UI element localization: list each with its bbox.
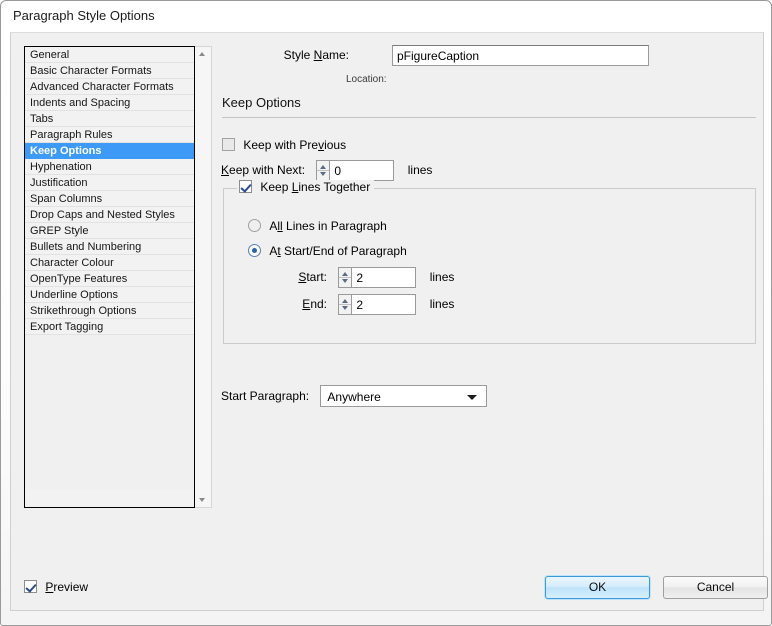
- all-lines-in-paragraph-label: All Lines in Paragraph: [269, 219, 387, 233]
- keep-lines-together-label: Keep Lines Together: [260, 180, 371, 194]
- keep-with-next-stepper[interactable]: [316, 160, 330, 181]
- sidebar-item-justification[interactable]: Justification: [25, 175, 194, 191]
- style-name-label: Style Name:: [283, 48, 349, 62]
- scroll-down-button[interactable]: [195, 492, 210, 507]
- sidebar-item-strikethrough-options[interactable]: Strikethrough Options: [25, 303, 194, 319]
- at-start-end-of-paragraph-radio[interactable]: [248, 244, 261, 257]
- keep-with-previous-row[interactable]: Keep with Previous: [222, 138, 346, 152]
- end-lines-input[interactable]: [351, 294, 417, 315]
- all-lines-in-paragraph-radio[interactable]: [248, 219, 261, 232]
- end-lines-stepper[interactable]: [338, 294, 352, 315]
- sidebar-item-export-tagging[interactable]: Export Tagging: [25, 319, 194, 335]
- stepper-divider: [339, 277, 352, 278]
- sidebar-item-indents-and-spacing[interactable]: Indents and Spacing: [25, 95, 194, 111]
- start-paragraph-row: Start Paragraph: Anywhere: [221, 385, 488, 407]
- window-title: Paragraph Style Options: [13, 8, 155, 23]
- end-lines-row: End: lines: [275, 294, 535, 315]
- keep-lines-together-group: Keep Lines Together All Lines in Paragra…: [223, 180, 756, 344]
- style-name-row: Style Name:: [213, 45, 753, 67]
- start-paragraph-value: Anywhere: [327, 390, 381, 404]
- options-pane: Style Name: Location: Keep Options Keep …: [213, 33, 763, 593]
- dialog-body: General Basic Character Formats Advanced C…: [10, 32, 768, 611]
- dialog-window: Paragraph Style Options General Basic Cha…: [0, 0, 772, 626]
- end-lines-unit: lines: [429, 297, 455, 311]
- location-label: Location:: [346, 74, 387, 85]
- cancel-button[interactable]: Cancel: [663, 576, 768, 599]
- style-name-input[interactable]: [392, 45, 649, 66]
- start-lines-unit: lines: [429, 270, 455, 284]
- start-lines-input[interactable]: [351, 267, 417, 288]
- scroll-up-arrow-icon: [199, 52, 205, 56]
- keep-lines-together-checkbox[interactable]: [239, 180, 252, 193]
- sidebar-item-general[interactable]: General: [25, 47, 194, 63]
- keep-with-next-row: Keep with Next: lines: [221, 160, 432, 181]
- chevron-down-icon: [467, 395, 478, 400]
- end-lines-label: End:: [302, 297, 327, 311]
- category-list[interactable]: General Basic Character Formats Advanced C…: [24, 46, 195, 508]
- at-start-end-of-paragraph-row[interactable]: At Start/End of Paragraph: [248, 244, 407, 258]
- sidebar-item-bullets-and-numbering[interactable]: Bullets and Numbering: [25, 239, 194, 255]
- preview-checkbox[interactable]: [24, 580, 37, 593]
- stepper-divider: [339, 304, 352, 305]
- sidebar-item-underline-options[interactable]: Underline Options: [25, 287, 194, 303]
- sidebar-item-opentype-features[interactable]: OpenType Features: [25, 271, 194, 287]
- preview-label: Preview: [45, 580, 89, 594]
- scroll-down-arrow-icon: [199, 498, 205, 502]
- section-divider: [222, 117, 756, 118]
- keep-with-previous-label: Keep with Previous: [243, 138, 347, 152]
- start-paragraph-label: Start Paragraph:: [221, 389, 310, 403]
- stepper-divider: [317, 170, 330, 171]
- sidebar-item-character-colour[interactable]: Character Colour: [25, 255, 194, 271]
- keep-with-next-label: Keep with Next:: [221, 163, 306, 177]
- sidebar-item-advanced-character-formats[interactable]: Advanced Character Formats: [25, 79, 194, 95]
- sidebar-item-basic-character-formats[interactable]: Basic Character Formats: [25, 63, 194, 79]
- start-lines-label: Start:: [298, 270, 327, 284]
- at-start-end-of-paragraph-label: At Start/End of Paragraph: [269, 244, 407, 258]
- sidebar-item-drop-caps-and-nested-styles[interactable]: Drop Caps and Nested Styles: [25, 207, 194, 223]
- ok-button[interactable]: OK: [545, 576, 650, 599]
- sidebar-item-span-columns[interactable]: Span Columns: [25, 191, 194, 207]
- start-paragraph-dropdown[interactable]: Anywhere: [320, 385, 488, 407]
- sidebar-item-grep-style[interactable]: GREP Style: [25, 223, 194, 239]
- section-title: Keep Options: [222, 95, 301, 110]
- sidebar-item-hyphenation[interactable]: Hyphenation: [25, 159, 194, 175]
- all-lines-in-paragraph-row[interactable]: All Lines in Paragraph: [248, 219, 387, 233]
- title-bar: Paragraph Style Options: [1, 1, 771, 32]
- sidebar-item-tabs[interactable]: Tabs: [25, 111, 194, 127]
- sidebar-item-keep-options[interactable]: Keep Options: [25, 143, 194, 159]
- sidebar-item-paragraph-rules[interactable]: Paragraph Rules: [25, 127, 194, 143]
- category-list-scrollbar[interactable]: [195, 46, 212, 508]
- keep-lines-together-row[interactable]: Keep Lines Together: [237, 180, 375, 194]
- start-lines-row: Start: lines: [275, 267, 535, 288]
- preview-row[interactable]: Preview: [24, 580, 88, 594]
- keep-with-next-input[interactable]: [329, 160, 395, 181]
- keep-with-previous-checkbox[interactable]: [222, 138, 235, 151]
- keep-with-next-unit: lines: [407, 163, 433, 177]
- start-lines-stepper[interactable]: [338, 267, 352, 288]
- sidebar-empty-area: [25, 335, 194, 489]
- scroll-up-button[interactable]: [195, 47, 210, 62]
